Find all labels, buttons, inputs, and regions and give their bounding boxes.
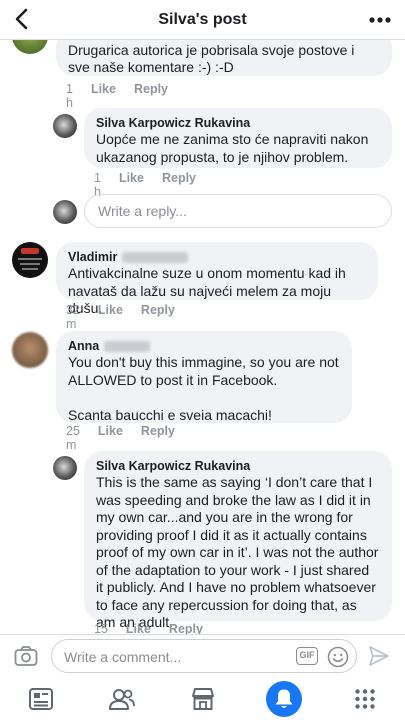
reply-button[interactable]: Reply [169, 622, 203, 634]
avatar[interactable] [12, 242, 48, 278]
comment-placeholder: Write a comment... [64, 649, 182, 665]
comment-time: 32 m [66, 303, 80, 331]
comment-author[interactable]: Vladimir [68, 249, 117, 265]
comment-meta: 1 h Like Reply [66, 82, 186, 110]
comment-text: Uopće me ne zanima sto će napraviti nako… [96, 131, 369, 165]
avatar [53, 200, 77, 224]
comment-bubble: Silva Karpowicz Rukavina This is the sam… [84, 451, 392, 630]
marketplace-icon [191, 688, 214, 710]
comment-text: Drugarica autorica je pobrisala svoje po… [68, 42, 355, 75]
comments-feed[interactable]: Drugarica autorica je pobrisala svoje po… [0, 40, 405, 634]
comment-meta: 15 m Like Reply [94, 622, 221, 634]
more-horizontal-icon[interactable] [369, 17, 391, 23]
tab-news-feed[interactable] [21, 681, 61, 717]
avatar[interactable] [12, 332, 48, 368]
comment-text: You don't buy this immagine, so you are … [68, 354, 339, 423]
like-button[interactable]: Like [126, 622, 151, 634]
avatar[interactable] [53, 114, 77, 138]
comment-bubble: Drugarica autorica je pobrisala svoje po… [56, 40, 392, 76]
chevron-left-icon[interactable] [10, 6, 36, 32]
comment-time: 1 h [66, 82, 73, 110]
redacted-surname [122, 251, 189, 263]
like-button[interactable]: Like [98, 424, 123, 452]
news-feed-icon [28, 688, 53, 710]
reply-button[interactable]: Reply [141, 424, 175, 452]
friends-icon [108, 689, 135, 710]
comment-bubble: Anna You don't buy this immagine, so you… [56, 331, 352, 423]
comment-time: 15 m [94, 622, 108, 634]
comment-composer: Write a comment... GIF [0, 634, 405, 678]
comment-author[interactable]: Silva Karpowicz Rukavina [96, 458, 380, 474]
reply-button[interactable]: Reply [134, 82, 168, 110]
comment-bubble: Silva Karpowicz Rukavina Uopće me ne zan… [84, 108, 392, 168]
comment-author[interactable]: Anna [68, 338, 99, 354]
notifications-icon [275, 689, 292, 708]
comment-bubble: Vladimir Antivakcinalne suze u onom mome… [56, 242, 378, 316]
tab-friends[interactable] [102, 681, 142, 717]
reply-placeholder: Write a reply... [98, 203, 187, 219]
notifications-active-indicator [265, 681, 302, 717]
tab-notifications[interactable] [264, 681, 304, 717]
comment-author-row: Anna [68, 338, 340, 354]
comment-author[interactable]: Silva Karpowicz Rukavina [96, 115, 380, 131]
comment-author-row: Vladimir [68, 249, 366, 265]
comment-time: 25 m [66, 424, 80, 452]
bottom-navigation [0, 678, 405, 720]
menu-grid-icon [354, 689, 375, 709]
page-title: Silva's post [158, 10, 247, 28]
camera-icon[interactable] [14, 645, 38, 667]
avatar[interactable] [53, 456, 77, 480]
tab-marketplace[interactable] [183, 681, 223, 717]
top-bar: Silva's post [0, 0, 405, 40]
like-button[interactable]: Like [98, 303, 123, 331]
smiley-icon[interactable] [327, 646, 349, 668]
like-button[interactable]: Like [91, 82, 116, 110]
send-icon[interactable] [367, 644, 391, 668]
gif-button[interactable]: GIF [296, 647, 318, 665]
redacted-surname [104, 340, 151, 352]
comment-meta: 32 m Like Reply [66, 303, 193, 331]
tab-menu[interactable] [345, 681, 385, 717]
comment-text: This is the same as saying ‘I don’t care… [96, 474, 379, 630]
comment-input[interactable]: Write a comment... GIF [51, 639, 357, 673]
comment-meta: 25 m Like Reply [66, 424, 193, 452]
reply-input[interactable]: Write a reply... [84, 194, 392, 228]
reply-button[interactable]: Reply [141, 303, 175, 331]
avatar[interactable] [12, 40, 48, 54]
